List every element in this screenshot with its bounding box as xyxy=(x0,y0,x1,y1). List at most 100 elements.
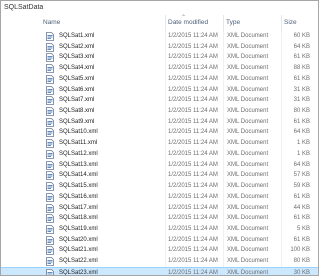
file-name: SQLSat18.xml xyxy=(59,215,98,222)
file-size: 64 KB xyxy=(293,129,310,136)
file-row[interactable]: SQLSat18.xml 1/2/2015 11:24 AM XML Documen… xyxy=(1,213,318,224)
file-type: XML Document xyxy=(227,258,269,265)
file-row[interactable]: SQLSat16.xml 1/2/2015 11:24 AM XML Documen… xyxy=(1,192,318,203)
file-size: 100 KB xyxy=(290,247,310,254)
file-type: XML Document xyxy=(227,225,269,232)
file-name: SQLSat10.xml xyxy=(59,129,98,136)
file-row[interactable]: SQLSat8.xml 1/2/2015 11:24 AM XML Document… xyxy=(1,106,318,117)
file-row[interactable]: SQLSat7.xml 1/2/2015 11:24 AM XML Document… xyxy=(1,95,318,106)
file-date-modified: 1/2/2015 11:24 AM xyxy=(168,118,218,125)
file-row[interactable]: SQLSat22.xml 1/2/2015 11:24 AM XML Documen… xyxy=(1,256,318,267)
file-row[interactable]: SQLSat10.xml 1/2/2015 11:24 AM XML Documen… xyxy=(1,127,318,138)
file-date-modified: 1/2/2015 11:24 AM xyxy=(168,193,218,200)
file-row[interactable]: SQLSat17.xml 1/2/2015 11:24 AM XML Documen… xyxy=(1,203,318,214)
file-row[interactable]: SQLSat11.xml 1/2/2015 11:24 AM XML Documen… xyxy=(1,138,318,149)
file-date-modified: 1/2/2015 11:24 AM xyxy=(168,247,218,254)
xml-file-icon xyxy=(46,128,54,138)
file-type: XML Document xyxy=(227,193,269,200)
file-name: SQLSat9.xml xyxy=(59,118,95,125)
file-name: SQLSat23.xml xyxy=(59,269,98,276)
file-type: XML Document xyxy=(227,108,269,115)
xml-file-icon xyxy=(46,96,54,106)
file-type: XML Document xyxy=(227,43,269,50)
file-row[interactable]: SQLSat2.xml 1/2/2015 11:24 AM XML Document… xyxy=(1,42,318,53)
file-size: 61 KB xyxy=(293,193,310,200)
file-date-modified: 1/2/2015 11:24 AM xyxy=(168,33,218,39)
file-date-modified: 1/2/2015 11:24 AM xyxy=(168,43,218,50)
file-row[interactable]: SQLSat15.xml 1/2/2015 11:24 AM XML Documen… xyxy=(1,181,318,192)
file-size: 1 KB xyxy=(296,140,310,147)
file-date-modified: 1/2/2015 11:24 AM xyxy=(168,97,218,104)
file-size: 61 KB xyxy=(293,75,310,82)
file-type: XML Document xyxy=(227,161,269,168)
xml-file-icon xyxy=(46,32,54,41)
file-row[interactable]: SQLSat23.xml 1/2/2015 11:24 AM XML Documen… xyxy=(1,266,318,276)
file-name: SQLSat4.xml xyxy=(59,65,95,72)
xml-file-icon xyxy=(46,160,54,170)
file-name: SQLSat17.xml xyxy=(59,204,98,211)
file-size: 31 KB xyxy=(293,97,310,104)
file-row[interactable]: SQLSat1.xml 1/2/2015 11:24 AM XML Document… xyxy=(1,31,318,42)
file-list: SQLSat1.xml 1/2/2015 11:24 AM XML Document… xyxy=(1,31,318,276)
file-row[interactable]: SQLSat19.xml 1/2/2015 11:24 AM XML Documen… xyxy=(1,224,318,235)
file-type: XML Document xyxy=(227,86,269,93)
file-date-modified: 1/2/2015 11:24 AM xyxy=(168,54,218,61)
xml-file-icon xyxy=(46,225,54,234)
xml-file-icon xyxy=(46,192,54,202)
xml-file-icon xyxy=(46,42,54,52)
file-size: 57 KB xyxy=(293,172,310,179)
file-name: SQLSat8.xml xyxy=(59,108,95,115)
column-header-type[interactable]: Type xyxy=(223,15,282,31)
file-date-modified: 1/2/2015 11:24 AM xyxy=(168,183,218,190)
xml-file-icon xyxy=(46,246,54,256)
file-name: SQLSat16.xml xyxy=(59,193,98,200)
file-row[interactable]: SQLSat21.xml 1/2/2015 11:24 AM XML Documen… xyxy=(1,245,318,256)
file-size: 31 KB xyxy=(293,86,310,93)
file-size: 5 KB xyxy=(296,225,310,232)
file-row[interactable]: SQLSat14.xml 1/2/2015 11:24 AM XML Documen… xyxy=(1,170,318,181)
explorer-window: SQLSatData ⌃ Name Date modified Type Siz… xyxy=(0,0,319,276)
file-row[interactable]: SQLSat20.xml 1/2/2015 11:24 AM XML Documen… xyxy=(1,235,318,246)
column-header-date[interactable]: Date modified xyxy=(165,15,224,31)
file-date-modified: 1/2/2015 11:24 AM xyxy=(168,172,218,179)
file-type: XML Document xyxy=(227,65,269,72)
file-size: 88 KB xyxy=(293,65,310,72)
file-date-modified: 1/2/2015 11:24 AM xyxy=(168,108,218,115)
file-row[interactable]: SQLSat4.xml 1/2/2015 11:24 AM XML Document… xyxy=(1,63,318,74)
file-date-modified: 1/2/2015 11:24 AM xyxy=(168,150,218,157)
file-row[interactable]: SQLSat5.xml 1/2/2015 11:24 AM XML Document… xyxy=(1,74,318,85)
file-date-modified: 1/2/2015 11:24 AM xyxy=(168,86,218,93)
file-row[interactable]: SQLSat9.xml 1/2/2015 11:24 AM XML Document… xyxy=(1,117,318,128)
column-header-name[interactable]: Name xyxy=(41,15,167,31)
file-row[interactable]: SQLSat13.xml 1/2/2015 11:24 AM XML Documen… xyxy=(1,160,318,171)
file-size: 64 KB xyxy=(293,161,310,168)
file-name: SQLSat6.xml xyxy=(59,86,95,93)
file-date-modified: 1/2/2015 11:24 AM xyxy=(168,140,218,147)
window-title: SQLSatData xyxy=(4,4,44,11)
file-type: XML Document xyxy=(227,172,269,179)
file-size: 80 KB xyxy=(293,258,310,265)
file-type: XML Document xyxy=(227,247,269,254)
file-type: XML Document xyxy=(227,140,269,147)
file-date-modified: 1/2/2015 11:24 AM xyxy=(168,161,218,168)
file-date-modified: 1/2/2015 11:24 AM xyxy=(168,269,218,276)
file-size: 30 KB xyxy=(293,269,310,276)
file-date-modified: 1/2/2015 11:24 AM xyxy=(168,225,218,232)
file-date-modified: 1/2/2015 11:24 AM xyxy=(168,215,218,222)
file-type: XML Document xyxy=(227,33,269,39)
column-header-size[interactable]: Size xyxy=(281,15,312,31)
file-size: 61 KB xyxy=(293,236,310,243)
file-size: 59 KB xyxy=(293,183,310,190)
file-name: SQLSat11.xml xyxy=(59,140,98,147)
file-size: 1 KB xyxy=(296,150,310,157)
xml-file-icon xyxy=(46,203,54,213)
file-name: SQLSat19.xml xyxy=(59,225,98,232)
file-row[interactable]: SQLSat6.xml 1/2/2015 11:24 AM XML Document… xyxy=(1,85,318,96)
xml-file-icon xyxy=(46,268,54,275)
xml-file-icon xyxy=(46,150,54,159)
file-row[interactable]: SQLSat3.xml 1/2/2015 11:24 AM XML Document… xyxy=(1,52,318,63)
file-type: XML Document xyxy=(227,54,269,61)
file-type: XML Document xyxy=(227,204,269,211)
file-row[interactable]: SQLSat12.xml 1/2/2015 11:24 AM XML Documen… xyxy=(1,149,318,160)
file-size: 61 KB xyxy=(293,215,310,222)
